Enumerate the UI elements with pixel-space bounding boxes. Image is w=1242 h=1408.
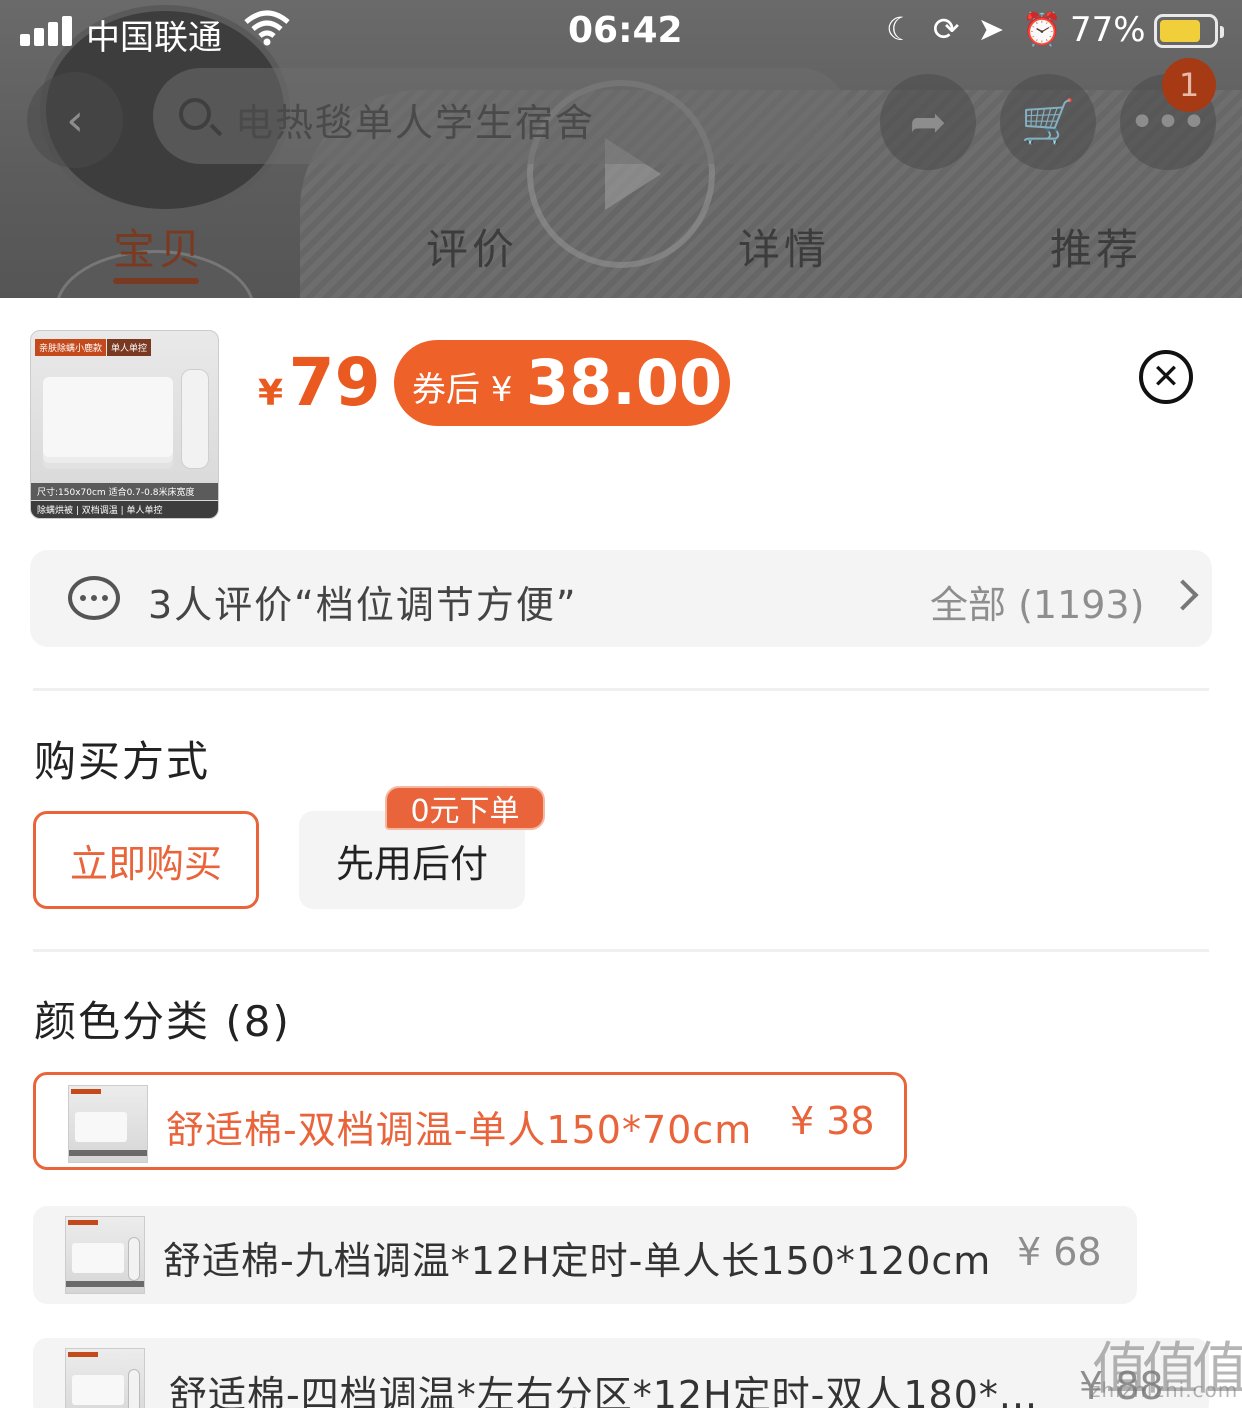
variant-option[interactable]: 舒适棉-双档调温-单人150*70cm ¥ 38 (33, 1072, 907, 1170)
status-bar: 中国联通 06:42 ☾⟳➤⏰ 77% (0, 0, 1242, 64)
background-product-page: 中国联通 06:42 ☾⟳➤⏰ 77% ‹ 电热毯单人学生宿舍 ➦ 🛒 ••• … (0, 0, 1242, 300)
battery-percent: 77% (1070, 10, 1146, 50)
variant-thumbnail (65, 1216, 145, 1294)
tab-item[interactable]: 宝贝 (113, 216, 205, 277)
thumb-size-text: 尺寸:150x70cm 适合0.7-0.8米床宽度 (31, 483, 218, 500)
battery-icon (1154, 14, 1224, 48)
controller-image (181, 369, 209, 469)
variant-thumbnail (68, 1085, 148, 1163)
chevron-right-icon (1167, 579, 1199, 611)
original-price: ¥ 79 (258, 344, 381, 421)
active-tab-indicator (113, 278, 199, 284)
rotation-lock-icon: ⟳ (932, 10, 978, 48)
wifi-icon (244, 10, 290, 46)
close-button[interactable]: ✕ (1139, 350, 1193, 404)
tab-bar: 宝贝 评价 详情 推荐 (0, 216, 1242, 286)
review-all-count: 全部 (1193) (930, 583, 1145, 627)
original-price-value: 79 (288, 344, 381, 421)
review-summary-bar[interactable]: 3人评价“档位调节方便” 全部 (1193) (30, 550, 1212, 647)
thumb-tag-left: 亲肤除螨小鹿款 (35, 339, 107, 356)
cart-badge: 1 (1162, 58, 1216, 112)
search-query: 电热毯单人学生宿舍 (235, 101, 596, 145)
search-icon (179, 98, 211, 130)
back-button[interactable]: ‹ (27, 72, 123, 168)
sku-selector-sheet: 亲肤除螨小鹿款 单人单控 尺寸:150x70cm 适合0.7-0.8米床宽度 除… (0, 298, 1242, 1408)
coupon-price-value: 38.00 (526, 346, 723, 419)
share-button[interactable]: ➦ (880, 74, 976, 170)
variant-thumbnail (65, 1348, 145, 1408)
product-thumbnail[interactable]: 亲肤除螨小鹿款 单人单控 尺寸:150x70cm 适合0.7-0.8米床宽度 除… (30, 330, 219, 519)
signal-icon (20, 14, 74, 46)
variant-option[interactable]: 舒适棉-九档调温*12H定时-单人长150*120cm ¥ 68 (33, 1206, 1137, 1304)
zero-down-badge: 0元下单 (385, 786, 545, 830)
coupon-price-pill: 券后 ¥ 38.00 (394, 340, 730, 426)
moon-icon: ☾ (886, 10, 933, 48)
carrier-name: 中国联通 (86, 18, 222, 58)
divider (33, 688, 1209, 691)
tab-reviews[interactable]: 评价 (426, 216, 518, 277)
share-icon: ➦ (909, 96, 947, 148)
cart-icon: 🛒 (1020, 97, 1076, 148)
purchase-method-title: 购买方式 (34, 737, 211, 786)
currency-symbol: ¥ (258, 373, 284, 414)
blanket-image (43, 377, 173, 457)
thumb-tag-right: 单人单控 (107, 339, 152, 356)
chevron-left-icon: ‹ (66, 94, 84, 146)
variant-name: 舒适棉-四档调温*左右分区*12H定时-双人180*... (169, 1373, 1039, 1408)
chat-bubble-icon (68, 576, 120, 620)
cart-button[interactable]: 🛒 (1000, 74, 1096, 170)
status-icons: ☾⟳➤⏰ (886, 10, 1080, 48)
clock-time: 06:42 (568, 10, 683, 51)
close-icon: ✕ (1151, 357, 1181, 397)
tab-details[interactable]: 详情 (738, 216, 830, 277)
location-icon: ➤ (977, 10, 1023, 48)
site-watermark: 值值值 zhizhizhi.com (1090, 1337, 1242, 1402)
color-category-title: 颜色分类 (8) (34, 997, 291, 1046)
tab-recommend[interactable]: 推荐 (1050, 216, 1142, 277)
watermark-site: zhizhizhi.com (1090, 1378, 1239, 1402)
review-highlight: 3人评价“档位调节方便” (148, 583, 578, 627)
variant-price: ¥ 38 (790, 1099, 875, 1143)
variant-name: 舒适棉-双档调温-单人150*70cm (166, 1108, 753, 1152)
coupon-label: 券后 ¥ (412, 370, 513, 410)
thumb-features-text: 除螨烘被 | 双档调温 | 单人单控 (31, 501, 218, 518)
search-bar[interactable]: 电热毯单人学生宿舍 (153, 68, 848, 164)
divider (33, 949, 1209, 952)
buy-now-option[interactable]: 立即购买 (33, 811, 259, 909)
variant-name: 舒适棉-九档调温*12H定时-单人长150*120cm (163, 1239, 992, 1283)
variant-option[interactable]: 舒适棉-四档调温*左右分区*12H定时-双人180*... ¥ 88 (33, 1338, 1209, 1408)
variant-price: ¥ 68 (1017, 1230, 1102, 1274)
